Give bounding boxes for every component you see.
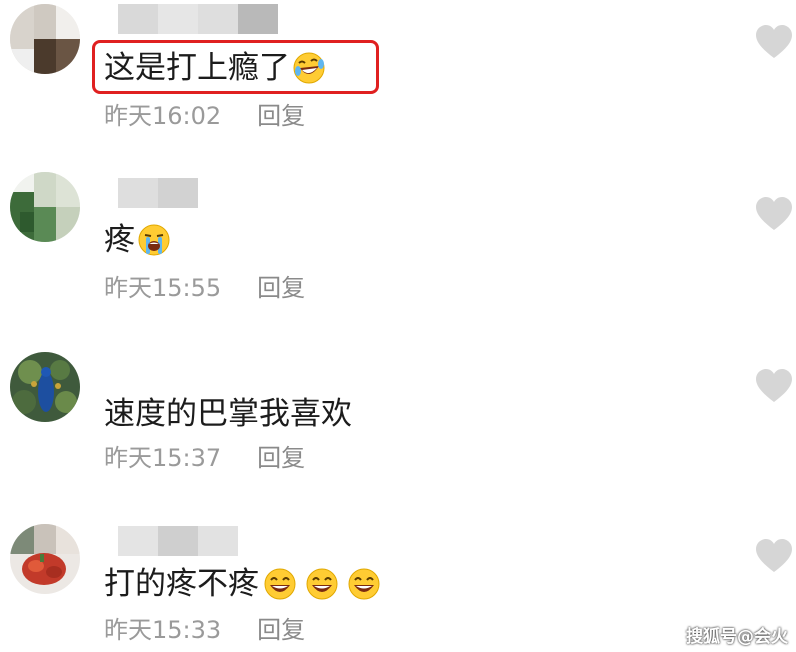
like-heart-icon[interactable]: [754, 538, 794, 574]
comment-meta: 昨天15:55 回复: [104, 272, 305, 304]
comment-item: 速度的巴掌我喜欢 昨天15:37 回复: [0, 348, 796, 508]
reply-button[interactable]: 回复: [257, 274, 305, 302]
like-heart-icon[interactable]: [754, 24, 794, 60]
comment-item: 打的疼不疼 昨天15:33 回复: [0, 520, 796, 652]
highlight-box: [92, 40, 379, 94]
comment-text: 打的疼不疼: [104, 566, 259, 602]
comment-meta: 昨天15:33 回复: [104, 614, 305, 646]
comment-text-row: 疼: [104, 218, 171, 262]
reply-button[interactable]: 回复: [257, 444, 305, 472]
avatar[interactable]: [10, 172, 80, 242]
like-heart-icon[interactable]: [754, 196, 794, 232]
avatar[interactable]: [10, 524, 80, 594]
comment-meta: 昨天15:37 回复: [104, 442, 305, 474]
comment-text-row: 速度的巴掌我喜欢: [104, 392, 352, 436]
comment-text: 速度的巴掌我喜欢: [104, 396, 352, 432]
reply-button[interactable]: 回复: [257, 616, 305, 644]
like-heart-icon[interactable]: [754, 368, 794, 404]
reply-button[interactable]: 回复: [257, 102, 305, 130]
crying-emoji-icon: [137, 223, 171, 257]
comment-time: 昨天15:55: [104, 274, 222, 302]
comment-list-page: 这是打上瘾了 昨天16:02 回复 疼 昨天15:55 回复 速度的巴掌我喜欢 …: [0, 0, 796, 652]
comment-text-row: 打的疼不疼: [104, 562, 381, 606]
avatar[interactable]: [10, 4, 80, 74]
grin-emoji-icon: [305, 567, 339, 601]
comment-text: 疼: [104, 222, 135, 258]
comment-item: 疼 昨天15:55 回复: [0, 168, 796, 328]
watermark: 搜狐号@会火: [686, 627, 788, 647]
grin-emoji-icon: [347, 567, 381, 601]
comment-time: 昨天15:33: [104, 616, 222, 644]
comment-time: 昨天15:37: [104, 444, 222, 472]
avatar[interactable]: [10, 352, 80, 422]
comment-time: 昨天16:02: [104, 102, 222, 130]
comment-meta: 昨天16:02 回复: [104, 100, 305, 132]
grin-emoji-icon: [263, 567, 297, 601]
